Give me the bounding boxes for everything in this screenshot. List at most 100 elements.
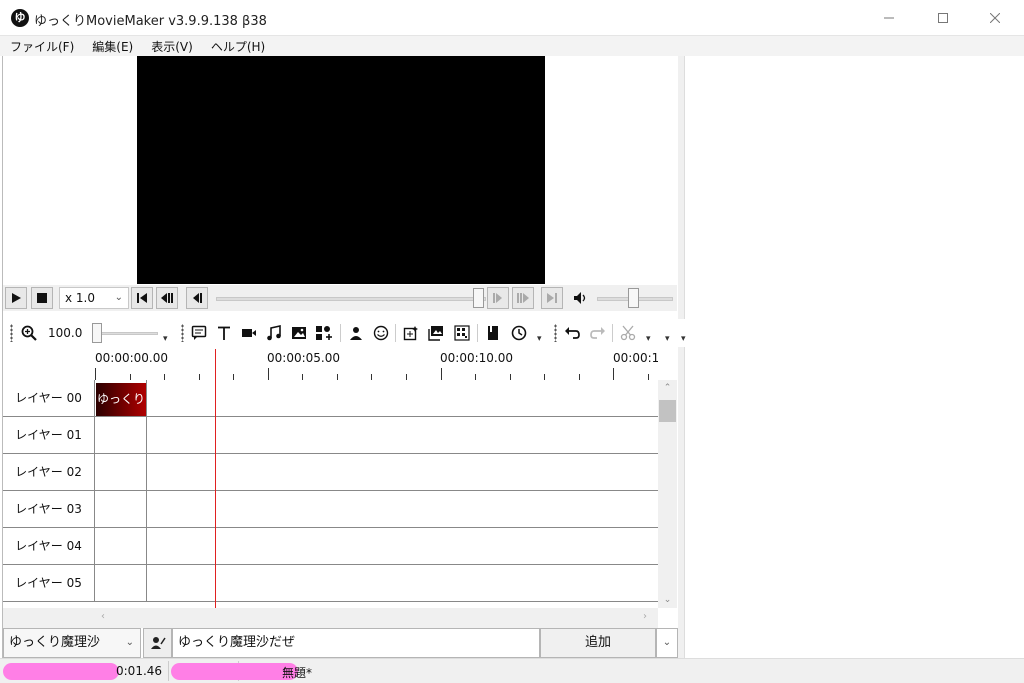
menu-edit[interactable]: 編集(E)	[82, 38, 141, 55]
overflow-icon[interactable]: ▾	[665, 335, 670, 344]
seek-handle[interactable]	[473, 288, 484, 308]
toolbar-separator	[340, 324, 341, 342]
clock-icon[interactable]	[510, 324, 528, 342]
music-note-icon[interactable]	[265, 324, 283, 342]
next-frame-button[interactable]	[512, 287, 534, 309]
close-button[interactable]	[972, 4, 1018, 32]
title-bar: ゆ ゆっくりMovieMaker v3.9.9.138 β38	[0, 0, 1024, 36]
ruler-label: 00:00:00.00	[95, 351, 168, 365]
text-icon[interactable]	[215, 324, 233, 342]
window-title: ゆっくりMovieMaker v3.9.9.138 β38	[34, 14, 267, 29]
layer-row[interactable]: レイヤー 02	[3, 454, 658, 491]
play-icon	[12, 293, 21, 303]
layer-label[interactable]: レイヤー 05	[3, 565, 95, 601]
toolbar-grip[interactable]	[181, 324, 184, 342]
ruler-tick	[268, 368, 269, 380]
toolbar-grip[interactable]	[554, 324, 557, 342]
lane-divider	[146, 380, 147, 416]
layer-label[interactable]: レイヤー 03	[3, 491, 95, 527]
add-effect-icon[interactable]	[402, 324, 420, 342]
skip-end-icon	[547, 293, 557, 303]
status-separator	[168, 661, 169, 681]
face-icon[interactable]	[372, 324, 390, 342]
overflow-icon[interactable]: ▾	[646, 335, 651, 344]
maximize-button[interactable]	[920, 4, 966, 32]
stop-icon	[37, 293, 47, 303]
overflow-icon[interactable]: ▾	[681, 335, 686, 344]
scroll-thumb[interactable]	[659, 400, 676, 422]
lane-divider	[146, 528, 147, 564]
scroll-up-icon[interactable]: ⌃	[658, 380, 677, 396]
voice-settings-button[interactable]	[143, 628, 172, 658]
lane-divider	[146, 565, 147, 601]
layer-row[interactable]: レイヤー 05	[3, 565, 658, 602]
mosaic-icon[interactable]	[453, 324, 471, 342]
app-logo: ゆ	[11, 9, 29, 27]
overflow-icon[interactable]: ▾	[163, 335, 168, 344]
seek-bar[interactable]	[216, 297, 486, 301]
zoom-value: 100.0	[48, 326, 83, 340]
toolbar-grip[interactable]	[10, 324, 13, 342]
play-button[interactable]	[5, 287, 27, 309]
person-icon[interactable]	[347, 324, 365, 342]
zoom-handle[interactable]	[92, 323, 102, 343]
layer-label[interactable]: レイヤー 02	[3, 454, 95, 490]
scroll-left-icon[interactable]: ‹	[101, 611, 105, 622]
prev-frame-icon	[161, 293, 173, 303]
character-select[interactable]: ゆっくり魔理沙 ⌄	[3, 628, 141, 658]
chevron-down-icon: ⌄	[125, 637, 134, 648]
redo-icon[interactable]	[589, 324, 607, 342]
step-back-button[interactable]	[186, 287, 208, 309]
lane-divider	[146, 454, 147, 490]
menu-help[interactable]: ヘルプ(H)	[201, 38, 273, 55]
layer-label[interactable]: レイヤー 04	[3, 528, 95, 564]
speed-select[interactable]: x 1.0 ⌄	[59, 287, 129, 309]
volume-icon[interactable]	[573, 291, 589, 308]
timeline-ruler[interactable]: 00:00:00.00 00:00:05.00 00:00:10.00 00:0…	[95, 349, 658, 380]
add-button[interactable]: 追加	[540, 628, 656, 658]
prev-frame-button[interactable]	[156, 287, 178, 309]
image-gallery-icon[interactable]	[427, 324, 445, 342]
scroll-down-icon[interactable]: ⌄	[658, 592, 677, 608]
video-camera-icon[interactable]	[240, 324, 258, 342]
step-forward-button[interactable]	[487, 287, 509, 309]
talk-text-input[interactable]: ゆっくり魔理沙だぜ	[172, 628, 540, 658]
add-options-chevron-icon[interactable]: ⌄	[656, 628, 678, 658]
volume-handle[interactable]	[628, 288, 639, 308]
voice-person-icon	[150, 637, 166, 649]
speech-bubble-icon[interactable]	[190, 324, 208, 342]
layer-row[interactable]: レイヤー 04	[3, 528, 658, 565]
ruler-label: 00:00:05.00	[267, 351, 340, 365]
shapes-icon[interactable]	[315, 324, 333, 342]
step-forward-icon	[493, 293, 502, 303]
zoom-slider[interactable]	[96, 332, 158, 335]
menu-view[interactable]: 表示(V)	[141, 38, 201, 55]
layer-label[interactable]: レイヤー 01	[3, 417, 95, 453]
scissors-icon[interactable]	[619, 324, 637, 342]
layer-row[interactable]: レイヤー 03	[3, 491, 658, 528]
ruler-tick	[613, 368, 614, 380]
menu-file[interactable]: ファイル(F)	[0, 38, 82, 55]
go-start-button[interactable]	[131, 287, 153, 309]
playhead[interactable]	[215, 349, 216, 608]
status-bar: 0:01.46 無題*	[0, 658, 1024, 683]
overflow-icon[interactable]: ▾	[537, 335, 542, 344]
redacted-text	[3, 663, 119, 680]
vertical-scrollbar[interactable]: ⌃ ⌄	[658, 380, 677, 608]
bookmark-icon[interactable]	[484, 324, 502, 342]
stop-button[interactable]	[31, 287, 53, 309]
layer-row[interactable]: レイヤー 01	[3, 417, 658, 454]
toolbar-separator	[477, 324, 478, 342]
zoom-icon	[20, 324, 38, 342]
undo-icon[interactable]	[563, 324, 581, 342]
minimize-button[interactable]	[866, 4, 912, 32]
go-end-button[interactable]	[541, 287, 563, 309]
toolbar-separator	[395, 324, 396, 342]
video-preview[interactable]	[137, 56, 545, 284]
layer-label[interactable]: レイヤー 00	[3, 380, 95, 416]
timeline-clip[interactable]: ゆっくり	[96, 383, 146, 416]
image-icon[interactable]	[290, 324, 308, 342]
horizontal-scrollbar[interactable]: ‹ ›	[3, 608, 658, 628]
scroll-right-icon[interactable]: ›	[643, 611, 647, 622]
layer-row[interactable]: レイヤー 00 ゆっくり	[3, 380, 658, 417]
